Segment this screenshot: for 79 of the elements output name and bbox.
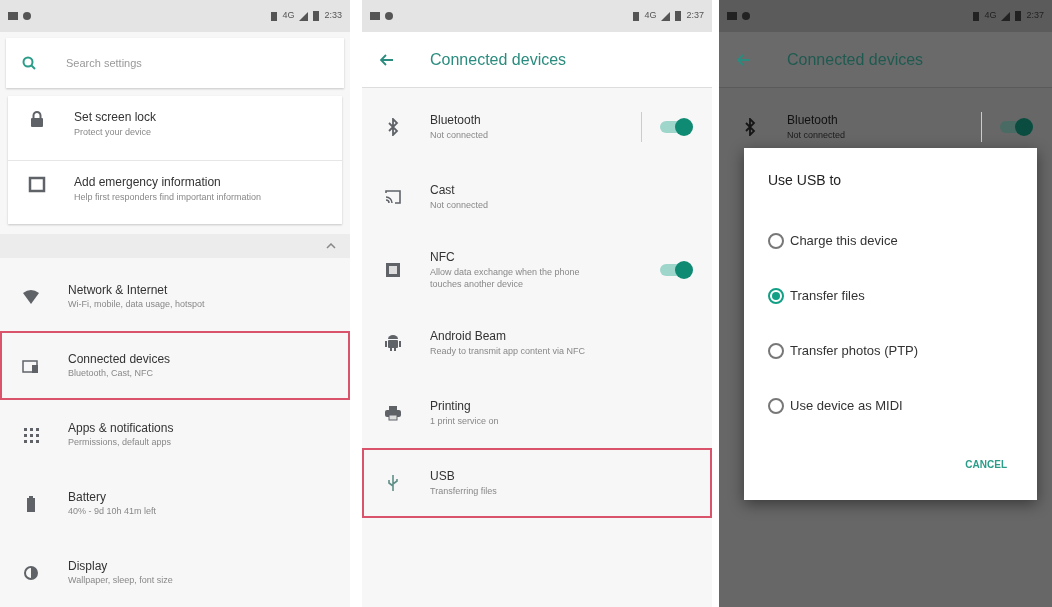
grid-icon (22, 425, 40, 444)
wifi-icon (22, 287, 40, 306)
setting-title: Battery (68, 489, 107, 506)
network-label: 4G (644, 9, 657, 23)
option-label[interactable]: Charge this device (790, 230, 898, 251)
signal-icon (1001, 11, 1011, 21)
setting-summary: Not connected (787, 128, 846, 141)
setting-title: Display (68, 558, 109, 575)
settings-item[interactable]: Network & Internet Wi-Fi, mobile, data usage, hotspot (0, 262, 350, 331)
settings-item[interactable]: Connected devices Bluetooth, Cast, NFC (0, 331, 350, 400)
setting-title: NFC (430, 250, 456, 266)
setting-title: Network & Internet (68, 282, 169, 299)
lock-icon (28, 110, 46, 128)
setting-title: Bluetooth (787, 113, 839, 129)
setting-title: Printing (430, 399, 472, 415)
battery-icon (675, 11, 682, 21)
toggle-switch[interactable] (1000, 121, 1030, 133)
setting-title: Bluetooth (430, 113, 482, 129)
chevron-up-icon[interactable] (326, 243, 336, 249)
setting-summary: Transferring files (430, 484, 497, 497)
search-field[interactable]: Search settings (6, 38, 344, 88)
setting-title: Set screen lock (74, 110, 157, 126)
settings-item[interactable]: NFC Allow data exchange when the phone touches another device (362, 232, 712, 308)
radio-button[interactable] (768, 287, 784, 304)
setting-summary: Wi-Fi, mobile, data usage, hotspot (68, 298, 205, 311)
signal-icon (661, 11, 671, 21)
setting-summary: Wallpaper, sleep, font size (68, 574, 173, 587)
toggle-switch[interactable] (660, 264, 690, 276)
setting-summary: Ready to transmit app content via NFC (430, 344, 586, 357)
dialog-title: Use USB to (768, 171, 843, 190)
radio-button[interactable] (768, 397, 784, 414)
option-label[interactable]: Transfer photos (PTP) (790, 340, 919, 361)
settings-item[interactable]: Printing 1 print service on (362, 378, 712, 448)
screen-title: Connected devices (787, 49, 924, 70)
setting-title: Android Beam (430, 329, 508, 345)
settings-item[interactable]: Bluetooth Not connected (362, 92, 712, 162)
vibrate-icon (271, 11, 278, 21)
setting-summary: Allow data exchange when the phone touches another device (430, 265, 581, 290)
radio-button[interactable] (768, 232, 784, 249)
setting-summary: Not connected (430, 128, 489, 141)
setting-title: Cast (430, 183, 456, 199)
settings-item[interactable]: Apps & notifications Permissions, default apps (0, 400, 350, 469)
settings-item[interactable]: Battery 40% - 9d 10h 41m left (0, 469, 350, 538)
setting-title: USB (430, 469, 456, 485)
network-label: 4G (282, 9, 295, 23)
settings-item[interactable]: Display Wallpaper, sleep, font size (0, 538, 350, 607)
clock: 2:37 (686, 9, 704, 23)
square-icon (28, 175, 46, 193)
setting-summary: Permissions, default apps (68, 436, 173, 449)
android-icon (384, 334, 402, 352)
setting-summary: Protect your device (74, 125, 153, 138)
setting-summary: Help first responders find important information (74, 190, 262, 203)
radio-button[interactable] (768, 342, 784, 359)
setting-summary: Bluetooth, Cast, NFC (68, 367, 155, 380)
printer-icon (384, 404, 402, 422)
brightness-icon (22, 563, 40, 582)
settings-item[interactable]: USB Transferring files (362, 448, 712, 518)
back-arrow-icon[interactable] (380, 53, 394, 66)
cast-icon (384, 188, 402, 206)
signal-icon (299, 11, 309, 21)
option-label[interactable]: Use device as MIDI (790, 395, 903, 416)
toggle-switch[interactable] (660, 121, 690, 133)
setting-summary: Not connected (430, 198, 489, 211)
screen-title: Connected devices (430, 49, 567, 70)
setting-summary: 40% - 9d 10h 41m left (68, 505, 157, 518)
vibrate-icon (973, 11, 980, 21)
setting-title: Connected devices (68, 351, 171, 368)
vibrate-icon (633, 11, 640, 21)
search-icon (22, 56, 36, 70)
setting-summary: 1 print service on (430, 414, 499, 427)
settings-item[interactable]: Android Beam Ready to transmit app content via NFC (362, 308, 712, 378)
setting-title: Add emergency information (74, 175, 222, 191)
battery-icon (1015, 11, 1022, 21)
nfc-icon (384, 261, 402, 279)
option-label[interactable]: Transfer files (790, 285, 865, 306)
clock: 2:33 (324, 9, 342, 23)
setting-title: Apps & notifications (68, 420, 174, 437)
settings-item[interactable]: Cast Not connected (362, 162, 712, 232)
battery-icon (313, 11, 320, 21)
